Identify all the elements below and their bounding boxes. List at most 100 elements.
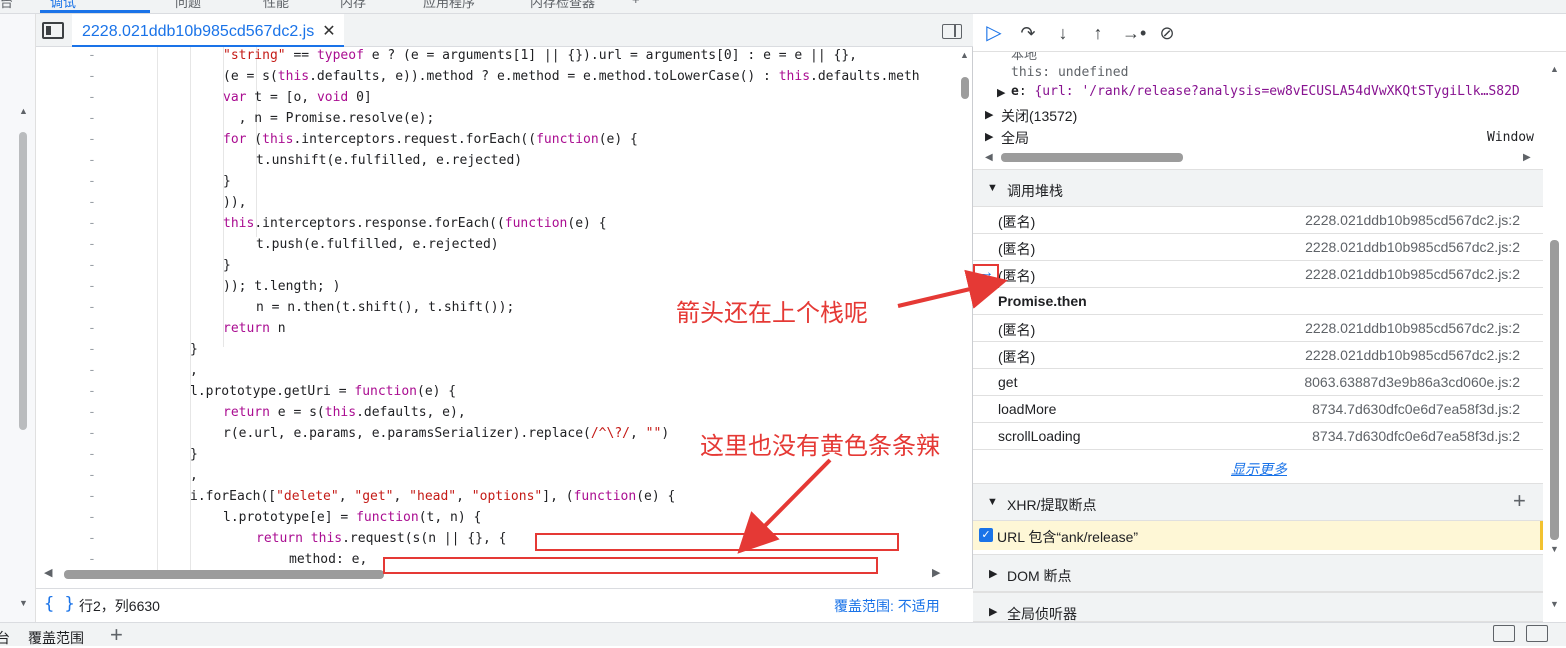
global-listeners-header[interactable]: ▶ 全局侦听器 [973,592,1543,622]
line-gutter-marker[interactable]: - [88,87,96,108]
deactivate-breakpoints-icon[interactable]: ⊘ [1156,22,1178,44]
frame-location[interactable]: 8063.63887d3e9b86a3cd060e.js:2 [1304,374,1520,390]
line-gutter-marker[interactable]: - [88,66,96,87]
line-gutter-marker[interactable]: - [88,444,96,465]
scroll-down-icon[interactable]: ▼ [1550,599,1559,609]
line-gutter-marker[interactable]: - [88,213,96,234]
line-gutter-marker[interactable]: - [88,402,96,423]
expand-icon[interactable]: ▶ [985,130,993,143]
code-vertical-scrollbar[interactable]: ▲ [956,47,973,570]
expand-icon[interactable]: ▶ [985,108,993,121]
line-gutter-marker[interactable]: - [88,486,96,507]
show-more-link[interactable]: 显示更多 [1231,459,1287,479]
drawer-tab-cut[interactable]: 台 [0,628,10,648]
tab-performance[interactable]: 性能 [263,0,289,12]
scroll-thumb[interactable] [961,77,969,99]
scroll-thumb[interactable] [64,570,384,579]
code-line[interactable]: - t.unshift(e.fulfilled, e.rejected) [36,150,956,171]
callstack-frame[interactable]: (匿名) 2228.021ddb10b985cd567dc2.js:2 [973,315,1543,342]
tab-memory[interactable]: 内存 [340,0,366,12]
frame-location[interactable]: 2228.021ddb10b985cd567dc2.js:2 [1305,266,1520,282]
line-gutter-marker[interactable]: - [88,171,96,192]
scope-hscroll-thumb[interactable] [1001,153,1183,162]
frame-location[interactable]: 2228.021ddb10b985cd567dc2.js:2 [1305,239,1520,255]
close-icon[interactable]: ✕ [322,23,335,40]
undock-icon[interactable] [1526,625,1548,642]
code-line[interactable]: -)), [36,192,956,213]
frame-location[interactable]: 8734.7d630dfc0e6d7ea58f3d.js:2 [1312,401,1520,417]
add-tab-icon[interactable]: + [110,622,123,648]
line-gutter-marker[interactable]: - [88,423,96,444]
code-line[interactable]: - return e = s(this.defaults, e), [36,402,956,423]
scope-local-header[interactable]: 本地 [1011,52,1037,63]
line-gutter-marker[interactable]: - [88,507,96,528]
xhr-breakpoint-row[interactable]: ✓ URL 包含“ank/release” [973,521,1543,550]
tab-cut[interactable]: 台 [0,0,13,12]
callstack-frame[interactable]: (匿名) 2228.021ddb10b985cd567dc2.js:2 [973,234,1543,261]
tab-memory-inspector[interactable]: 内存检查器 [530,0,595,12]
code-line[interactable]: - this.interceptors.response.forEach((fun… [36,213,956,234]
line-gutter-marker[interactable]: - [88,108,96,129]
expand-icon[interactable]: ▶ [997,86,1005,99]
line-gutter-marker[interactable]: - [88,297,96,318]
line-gutter-marker[interactable]: - [88,47,96,66]
sidebar-vertical-scrollbar[interactable]: ▲ ▼ ▼ [1543,54,1566,622]
dock-icon[interactable] [1493,625,1515,642]
tab-application[interactable]: 应用程序 [423,0,475,12]
dom-breakpoints-header[interactable]: ▶ DOM 断点 [973,554,1543,592]
line-gutter-marker[interactable]: - [88,360,96,381]
step-icon[interactable]: →• [1122,22,1146,44]
frame-location[interactable]: 2228.021ddb10b985cd567dc2.js:2 [1305,212,1520,228]
scroll-up-icon[interactable]: ▲ [1550,64,1559,74]
scope-global[interactable]: 全局 [1001,128,1029,148]
scroll-left-icon[interactable]: ◀ [985,152,993,163]
line-gutter-marker[interactable]: - [88,381,96,402]
line-gutter-marker[interactable]: - [88,528,96,549]
toggle-navigator-icon[interactable] [42,22,64,39]
code-line[interactable]: - for (this.interceptors.request.forEach(… [36,129,956,150]
code-line[interactable]: -} [36,171,956,192]
callstack-header[interactable]: ▼ 调用堆栈 [973,169,1543,207]
code-line[interactable]: - "string" == typeof e ? (e = arguments[1… [36,47,956,66]
resume-icon[interactable]: ▷ [983,22,1005,44]
code-line[interactable]: -, [36,465,956,486]
scroll-left-icon[interactable]: ◀ [44,566,52,579]
scroll-thumb[interactable] [1550,240,1559,540]
scroll-down-icon[interactable]: ▼ [1550,544,1559,554]
step-into-icon[interactable]: ↓ [1052,22,1074,44]
line-gutter-marker[interactable]: - [88,339,96,360]
code-line[interactable]: - t.push(e.fulfilled, e.rejected) [36,234,956,255]
code-line[interactable]: - (e = s(this.defaults, e)).method ? e.me… [36,66,956,87]
callstack-frame[interactable]: loadMore 8734.7d630dfc0e6d7ea58f3d.js:2 [973,396,1543,423]
scroll-down-icon[interactable]: ▼ [19,598,28,608]
code-line[interactable]: - l.prototype[e] = function(t, n) { [36,507,956,528]
line-gutter-marker[interactable]: - [88,234,96,255]
scroll-up-icon[interactable]: ▲ [19,106,28,116]
frame-location[interactable]: 8734.7d630dfc0e6d7ea58f3d.js:2 [1312,428,1520,444]
drawer-tab-coverage[interactable]: 覆盖范围 [28,628,84,648]
callstack-frame[interactable]: (匿名) 2228.021ddb10b985cd567dc2.js:2 [973,342,1543,369]
code-line[interactable]: -, [36,360,956,381]
navigator-scrollbar[interactable] [19,132,27,430]
line-gutter-marker[interactable]: - [88,129,96,150]
step-over-icon[interactable]: ↷ [1017,22,1039,44]
tab-source-file[interactable]: 2228.021ddb10b985cd567dc2.js ✕ [72,14,344,47]
scope-e-entry[interactable]: e: {url: '/rank/release?analysis=ew8vECU… [1011,84,1520,99]
coverage-status[interactable]: 覆盖范围: 不适用 [834,596,940,616]
callstack-frame[interactable]: (匿名) 2228.021ddb10b985cd567dc2.js:2 [973,207,1543,234]
scope-closure[interactable]: 关闭(13572) [1001,106,1077,126]
line-gutter-marker[interactable]: - [88,318,96,339]
line-gutter-marker[interactable]: - [88,276,96,297]
line-gutter-marker[interactable]: - [88,192,96,213]
code-line[interactable]: -} [36,255,956,276]
checkbox-checked[interactable]: ✓ [979,528,993,542]
code-line[interactable]: - l.prototype.getUri = function(e) { [36,381,956,402]
add-tab-icon[interactable]: + [632,0,640,12]
add-icon[interactable]: + [1513,488,1526,514]
scroll-right-icon[interactable]: ▶ [932,566,940,579]
code-line[interactable]: - , n = Promise.resolve(e); [36,108,956,129]
code-line[interactable]: -} [36,339,956,360]
line-gutter-marker[interactable]: - [88,150,96,171]
line-gutter-marker[interactable]: - [88,465,96,486]
toggle-debugger-sidebar-icon[interactable] [942,24,962,39]
